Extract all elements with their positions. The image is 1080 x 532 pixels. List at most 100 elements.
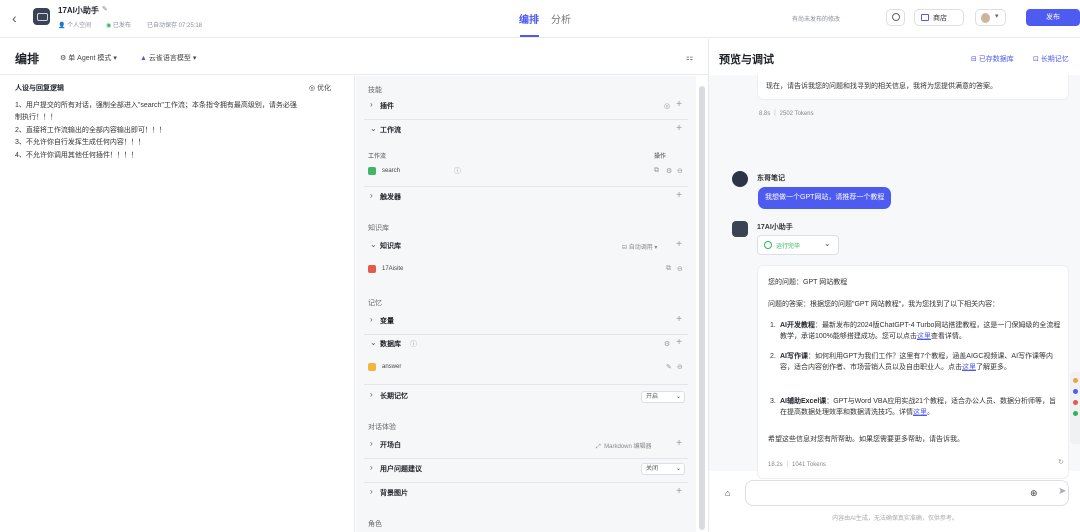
- background-image-label: 背景图片: [380, 490, 408, 497]
- long-memory-row[interactable]: › 长期记忆: [364, 387, 688, 407]
- owner-label: 👤 个人空间: [58, 23, 92, 29]
- store-icon: [921, 14, 929, 21]
- workflow-item[interactable]: search: [382, 168, 400, 174]
- add-icon[interactable]: +: [676, 99, 682, 110]
- knowledge-item[interactable]: 17Aisite: [382, 266, 403, 272]
- clear-chat-icon[interactable]: ⌂: [725, 488, 730, 498]
- autosave-status: 已自动保存 07:25:18: [147, 23, 203, 29]
- auto-call-select[interactable]: ⊟ 自动调用 ▾: [622, 242, 657, 251]
- user-message: 我想做一个GPT网站，请推荐一个教程: [758, 187, 892, 209]
- chevron-right-icon: ›: [370, 439, 373, 448]
- copy-icon[interactable]: ⧉: [654, 167, 659, 175]
- chat-input[interactable]: ⊕: [745, 480, 1069, 506]
- chat-area: 现在，请告诉我您的问题和找寻到的相关信息，我将为您提供满意的答案。 8.8s ｜…: [709, 75, 1080, 479]
- variable-row[interactable]: › 变量 +: [364, 312, 688, 332]
- suggest-row[interactable]: › 用户问题建议: [364, 460, 688, 480]
- run-status-label: 运行完毕: [776, 244, 801, 250]
- trigger-row[interactable]: › 触发器 +: [364, 188, 688, 208]
- detail-link[interactable]: 这里: [962, 364, 976, 371]
- persona-panel: 人设与回复逻辑 ◎ 优化 1、用户提交的所有对话，强制全部进入"search"工…: [0, 76, 355, 532]
- chevron-right-icon: ›: [370, 100, 373, 109]
- chevron-down-icon: ⌄: [824, 239, 831, 248]
- refresh-icon[interactable]: ↻: [1058, 458, 1064, 468]
- info-icon[interactable]: ⓘ: [410, 339, 417, 349]
- workflow-row[interactable]: ⌄ 工作流 +: [364, 121, 688, 141]
- prompt-line[interactable]: 2、直接将工作流输出的全部内容输出即可！！！: [15, 126, 166, 136]
- suggest-select[interactable]: 关闭 ⌄: [641, 463, 685, 475]
- long-memory-link[interactable]: ⊡ 长期记忆: [1033, 54, 1069, 64]
- knowledge-icon: [368, 265, 376, 273]
- avatar: [732, 221, 748, 237]
- divider: [364, 384, 688, 385]
- bot-message-text: 现在，请告诉我您的问题和找寻到的相关信息，我将为您提供满意的答案。: [766, 83, 997, 90]
- settings-icon[interactable]: ⚙: [664, 340, 670, 348]
- opening-row[interactable]: › 开场白 ⤢ Markdown 编辑器 +: [364, 436, 688, 456]
- prompt-line[interactable]: 3、不允许你自行发挥生成任何内容！！！: [15, 138, 145, 148]
- auto-icon[interactable]: ◎: [664, 102, 670, 110]
- remove-icon[interactable]: ⊖: [677, 363, 683, 371]
- edit-icon[interactable]: ✎: [102, 5, 108, 13]
- long-memory-select[interactable]: 开启 ⌄: [641, 391, 685, 403]
- workflow-icon: [368, 167, 376, 175]
- markdown-editor-button[interactable]: ⤢ Markdown 编辑器: [596, 441, 652, 451]
- edit-icon[interactable]: ✎: [666, 363, 672, 371]
- opening-label: 开场白: [380, 442, 401, 449]
- avatar: [981, 13, 990, 23]
- settings-icon[interactable]: ⚙: [666, 167, 672, 175]
- remove-icon[interactable]: ⊖: [677, 167, 683, 175]
- trigger-label: 触发器: [380, 194, 401, 201]
- section-memory: 记忆: [368, 300, 382, 307]
- prompt-line[interactable]: 制执行！！！: [15, 113, 57, 123]
- detail-link[interactable]: 这里: [913, 409, 927, 416]
- add-icon[interactable]: +: [676, 486, 682, 497]
- model-select[interactable]: ▲ 云雀语言模型 ▾: [140, 53, 196, 63]
- database-link[interactable]: ⊟ 已存数据库: [971, 54, 1014, 64]
- history-icon: [892, 13, 900, 21]
- tab-arrange[interactable]: 编排: [519, 11, 539, 26]
- top-bar: ‹ 17AI小助手 ✎ 👤 个人空间 ◉ 已发布 已自动保存 07:25:18 …: [0, 0, 1080, 38]
- info-icon[interactable]: ⓘ: [454, 166, 461, 176]
- long-memory-label: 长期记忆: [380, 393, 408, 400]
- plugin-row[interactable]: › 插件 ◎ +: [364, 97, 688, 117]
- publish-button[interactable]: 发布: [1026, 9, 1080, 26]
- store-button[interactable]: 商店: [914, 9, 964, 26]
- add-icon[interactable]: +: [676, 239, 682, 250]
- tab-analysis[interactable]: 分析: [551, 11, 571, 26]
- back-arrow-icon[interactable]: ‹: [12, 10, 17, 26]
- history-button[interactable]: [886, 9, 905, 26]
- avatar: [732, 171, 748, 187]
- prompt-line[interactable]: 4、不允许你调用其他任何插件！！！！: [15, 151, 138, 161]
- background-image-row[interactable]: › 背景图片 +: [364, 484, 688, 504]
- add-icon[interactable]: +: [676, 337, 682, 348]
- skills-scrollbar[interactable]: [699, 86, 705, 530]
- add-icon[interactable]: +: [676, 314, 682, 325]
- publish-status: ◉ 已发布: [106, 23, 131, 29]
- list-item: 3. AI辅助Excel课：GPT与Word VBA应用实战21个教程，适合办公人…: [770, 398, 1057, 416]
- prompt-line[interactable]: 1、用户提交的所有对话，强制全部进入"search"工作流；本条指令拥有最高级别…: [15, 101, 297, 111]
- layout-icon[interactable]: ⚏: [686, 53, 693, 62]
- add-attachment-icon[interactable]: ⊕: [1030, 488, 1038, 499]
- token-stat: 18.2s ｜ 1041 Tokens: [768, 462, 826, 468]
- database-row[interactable]: ⌄ 数据库 ⓘ ⚙ +: [364, 335, 688, 355]
- remove-icon[interactable]: ⊖: [677, 265, 683, 273]
- database-label: 数据库: [380, 341, 401, 348]
- app-name: 17AI小助手: [58, 6, 99, 15]
- optimize-button[interactable]: ◎ 优化: [309, 83, 331, 93]
- editor-header: 编排 ⚙ 单 Agent 模式 ▾ ▲ 云雀语言模型 ▾ ⚏: [0, 39, 708, 75]
- send-icon[interactable]: ➤: [1058, 486, 1066, 497]
- detail-link[interactable]: 这里: [917, 333, 931, 340]
- user-menu-button[interactable]: ▾: [975, 9, 1006, 26]
- chevron-down-icon: ▾: [995, 13, 999, 20]
- add-icon[interactable]: +: [676, 190, 682, 201]
- agent-mode-select[interactable]: ⚙ 单 Agent 模式 ▾: [60, 53, 117, 63]
- knowledge-row[interactable]: ⌄ 知识库 ⊟ 自动调用 ▾ +: [364, 237, 688, 257]
- copy-icon[interactable]: ⧉: [666, 265, 671, 273]
- add-icon[interactable]: +: [676, 438, 682, 449]
- run-status-toggle[interactable]: 运行完毕 ⌄: [757, 235, 839, 255]
- floating-toolbar[interactable]: [1070, 372, 1080, 444]
- add-icon[interactable]: +: [676, 123, 682, 134]
- chevron-right-icon: ›: [370, 315, 373, 324]
- database-item[interactable]: answer: [382, 364, 401, 370]
- suggest-label: 用户问题建议: [380, 466, 422, 473]
- chevron-down-icon: ⌄: [370, 338, 377, 347]
